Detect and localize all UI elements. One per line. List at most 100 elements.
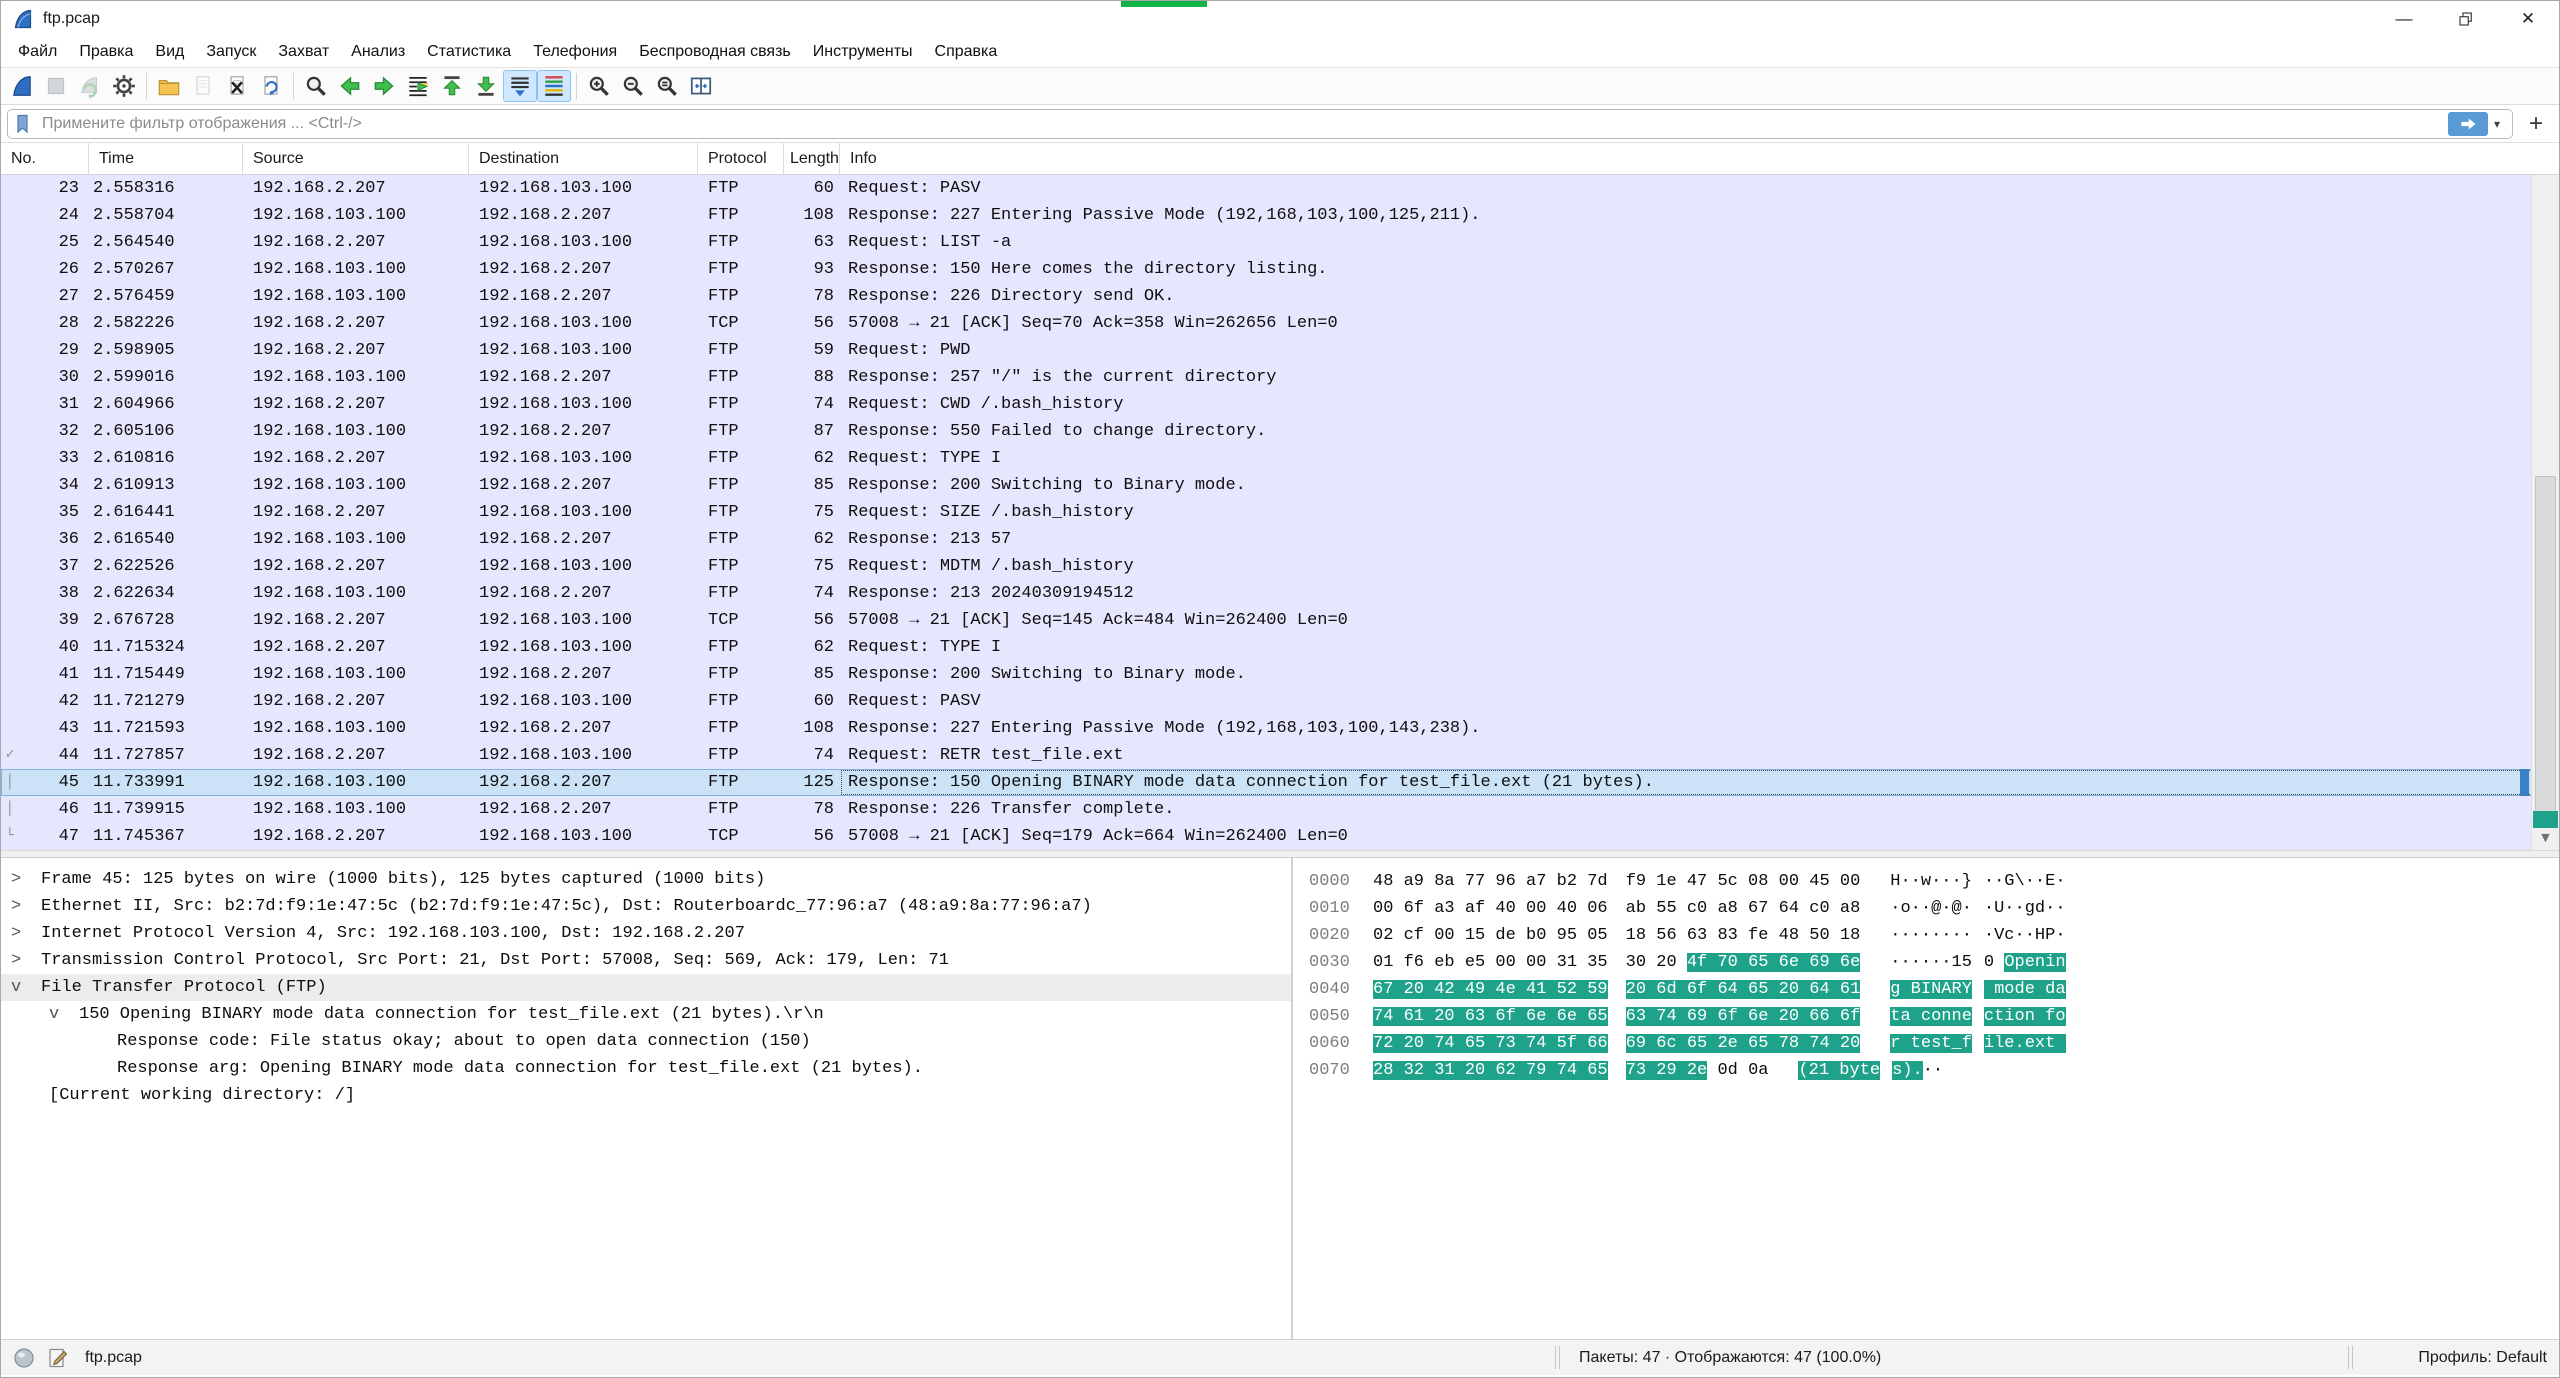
packet-row-43[interactable]: 4311.721593192.168.103.100192.168.2.207F… — [1, 715, 2559, 742]
column-header-info[interactable]: Info — [840, 143, 2559, 174]
packet-row-39[interactable]: 392.676728192.168.2.207192.168.103.100TC… — [1, 607, 2559, 634]
zoom-in-button[interactable] — [582, 70, 616, 102]
packet-bytes-pane[interactable]: 000048 a9 8a 77 96 a7 b2 7df9 1e 47 5c 0… — [1293, 858, 2559, 1339]
packet-row-25[interactable]: 252.564540192.168.2.207192.168.103.100FT… — [1, 229, 2559, 256]
menu-item[interactable]: Справка — [924, 39, 1009, 65]
packet-row-23[interactable]: 232.558316192.168.2.207192.168.103.100FT… — [1, 175, 2559, 202]
restart-capture-button[interactable] — [73, 70, 107, 102]
menu-item[interactable]: Запуск — [195, 39, 267, 65]
menu-item[interactable]: Статистика — [416, 39, 522, 65]
packet-row-41[interactable]: 4111.715449192.168.103.100192.168.2.207F… — [1, 661, 2559, 688]
packet-row-31[interactable]: 312.604966192.168.2.207192.168.103.100FT… — [1, 391, 2559, 418]
column-header-no[interactable]: No. — [1, 143, 89, 174]
detail-line[interactable]: vFile Transfer Protocol (FTP) — [1, 974, 1291, 1001]
packet-row-36[interactable]: 362.616540192.168.103.100192.168.2.207FT… — [1, 526, 2559, 553]
column-header-destination[interactable]: Destination — [469, 143, 698, 174]
packet-row-34[interactable]: 342.610913192.168.103.100192.168.2.207FT… — [1, 472, 2559, 499]
packet-row-37[interactable]: 372.622526192.168.2.207192.168.103.100FT… — [1, 553, 2559, 580]
close-file-button[interactable] — [220, 70, 254, 102]
menu-item[interactable]: Захват — [267, 39, 340, 65]
column-header-source[interactable]: Source — [243, 143, 469, 174]
filter-dropdown-caret[interactable]: ▾ — [2488, 117, 2508, 131]
status-bar: ftp.pcap Пакеты: 47 · Отображаются: 47 (… — [1, 1339, 2559, 1375]
packet-row-29[interactable]: 292.598905192.168.2.207192.168.103.100FT… — [1, 337, 2559, 364]
minimize-button[interactable]: — — [2373, 1, 2435, 37]
cell-no: 31 — [19, 391, 89, 418]
expand-toggle-icon[interactable]: > — [11, 947, 41, 974]
reload-file-button[interactable] — [254, 70, 288, 102]
packet-row-27[interactable]: 272.576459192.168.103.100192.168.2.207FT… — [1, 283, 2559, 310]
auto-scroll-toggle-button[interactable] — [503, 70, 537, 102]
go-to-bottom-button[interactable] — [469, 70, 503, 102]
packet-row-30[interactable]: 302.599016192.168.103.100192.168.2.207FT… — [1, 364, 2559, 391]
packet-row-38[interactable]: 382.622634192.168.103.100192.168.2.207FT… — [1, 580, 2559, 607]
packet-list-scrollbar[interactable]: ▲ ▼ — [2531, 175, 2559, 850]
menu-item[interactable]: Анализ — [340, 39, 416, 65]
capture-options-button[interactable] — [107, 70, 141, 102]
packet-row-44[interactable]: ✓4411.727857192.168.2.207192.168.103.100… — [1, 742, 2559, 769]
close-button[interactable]: ✕ — [2497, 1, 2559, 37]
detail-line[interactable]: >Frame 45: 125 bytes on wire (1000 bits)… — [1, 866, 1291, 893]
go-to-packet-button[interactable] — [401, 70, 435, 102]
scrollbar-thumb[interactable] — [2535, 476, 2556, 824]
packet-row-28[interactable]: 282.582226192.168.2.207192.168.103.100TC… — [1, 310, 2559, 337]
status-profile[interactable]: Профиль: Default — [2418, 1349, 2547, 1367]
column-header-time[interactable]: Time — [89, 143, 243, 174]
packet-row-46[interactable]: │4611.739915192.168.103.100192.168.2.207… — [1, 796, 2559, 823]
display-filter-input[interactable] — [42, 115, 2448, 133]
menu-item[interactable]: Инструменты — [802, 39, 924, 65]
expert-info-icon[interactable] — [13, 1347, 35, 1369]
resize-columns-button[interactable] — [684, 70, 718, 102]
find-packet-button[interactable] — [299, 70, 333, 102]
apply-filter-button[interactable] — [2448, 112, 2488, 136]
go-forward-button[interactable] — [367, 70, 401, 102]
start-capture-button[interactable] — [5, 70, 39, 102]
packet-row-45[interactable]: │4511.733991192.168.103.100192.168.2.207… — [1, 769, 2559, 796]
capture-comment-icon[interactable] — [47, 1347, 69, 1369]
detail-line[interactable]: Response arg: Opening BINARY mode data c… — [1, 1055, 1291, 1082]
detail-line[interactable]: [Current working directory: /] — [1, 1082, 1291, 1109]
packet-details-pane[interactable]: >Frame 45: 125 bytes on wire (1000 bits)… — [1, 858, 1293, 1339]
expand-toggle-icon[interactable]: > — [11, 893, 41, 920]
detail-line[interactable]: Response code: File status okay; about t… — [1, 1028, 1291, 1055]
zoom-out-button[interactable] — [616, 70, 650, 102]
detail-line[interactable]: v150 Opening BINARY mode data connection… — [1, 1001, 1291, 1028]
cell-len: 59 — [784, 337, 840, 364]
menu-item[interactable]: Файл — [7, 39, 68, 65]
menu-item[interactable]: Вид — [144, 39, 195, 65]
detail-line[interactable]: >Ethernet II, Src: b2:7d:f9:1e:47:5c (b2… — [1, 893, 1291, 920]
colorize-toggle-button[interactable] — [537, 70, 571, 102]
packet-row-33[interactable]: 332.610816192.168.2.207192.168.103.100FT… — [1, 445, 2559, 472]
restore-button[interactable] — [2435, 1, 2497, 37]
save-file-button[interactable] — [186, 70, 220, 102]
add-filter-button[interactable]: + — [2521, 109, 2551, 139]
expand-toggle-icon[interactable]: > — [11, 866, 41, 893]
expand-toggle-icon[interactable]: > — [11, 920, 41, 947]
menu-item[interactable]: Беспроводная связь — [628, 39, 802, 65]
horizontal-splitter[interactable] — [1, 850, 2559, 858]
packet-row-47[interactable]: └4711.745367192.168.2.207192.168.103.100… — [1, 823, 2559, 850]
go-back-button[interactable] — [333, 70, 367, 102]
detail-line[interactable]: >Transmission Control Protocol, Src Port… — [1, 947, 1291, 974]
column-header-protocol[interactable]: Protocol — [698, 143, 784, 174]
packet-row-40[interactable]: 4011.715324192.168.2.207192.168.103.100F… — [1, 634, 2559, 661]
go-to-top-button[interactable] — [435, 70, 469, 102]
scroll-down-arrow[interactable]: ▼ — [2532, 824, 2559, 850]
packet-row-24[interactable]: 242.558704192.168.103.100192.168.2.207FT… — [1, 202, 2559, 229]
column-header-length[interactable]: Length — [784, 143, 840, 174]
packet-row-35[interactable]: 352.616441192.168.2.207192.168.103.100FT… — [1, 499, 2559, 526]
stop-capture-button[interactable] — [39, 70, 73, 102]
filter-bookmark-icon[interactable] — [12, 112, 36, 136]
packet-row-42[interactable]: 4211.721279192.168.2.207192.168.103.100F… — [1, 688, 2559, 715]
bytes: ·· — [1923, 1061, 1943, 1080]
open-file-button[interactable] — [152, 70, 186, 102]
collapse-toggle-icon[interactable]: v — [49, 1001, 79, 1028]
packet-row-26[interactable]: 262.570267192.168.103.100192.168.2.207FT… — [1, 256, 2559, 283]
menu-item[interactable]: Правка — [68, 39, 144, 65]
menu-item[interactable]: Телефония — [522, 39, 628, 65]
detail-line[interactable]: >Internet Protocol Version 4, Src: 192.1… — [1, 920, 1291, 947]
zoom-reset-button[interactable] — [650, 70, 684, 102]
collapse-toggle-icon[interactable]: v — [11, 974, 41, 1001]
packet-row-32[interactable]: 322.605106192.168.103.100192.168.2.207FT… — [1, 418, 2559, 445]
hex-segment: 02 cf 00 15 de b0 95 05 — [1373, 926, 1608, 945]
